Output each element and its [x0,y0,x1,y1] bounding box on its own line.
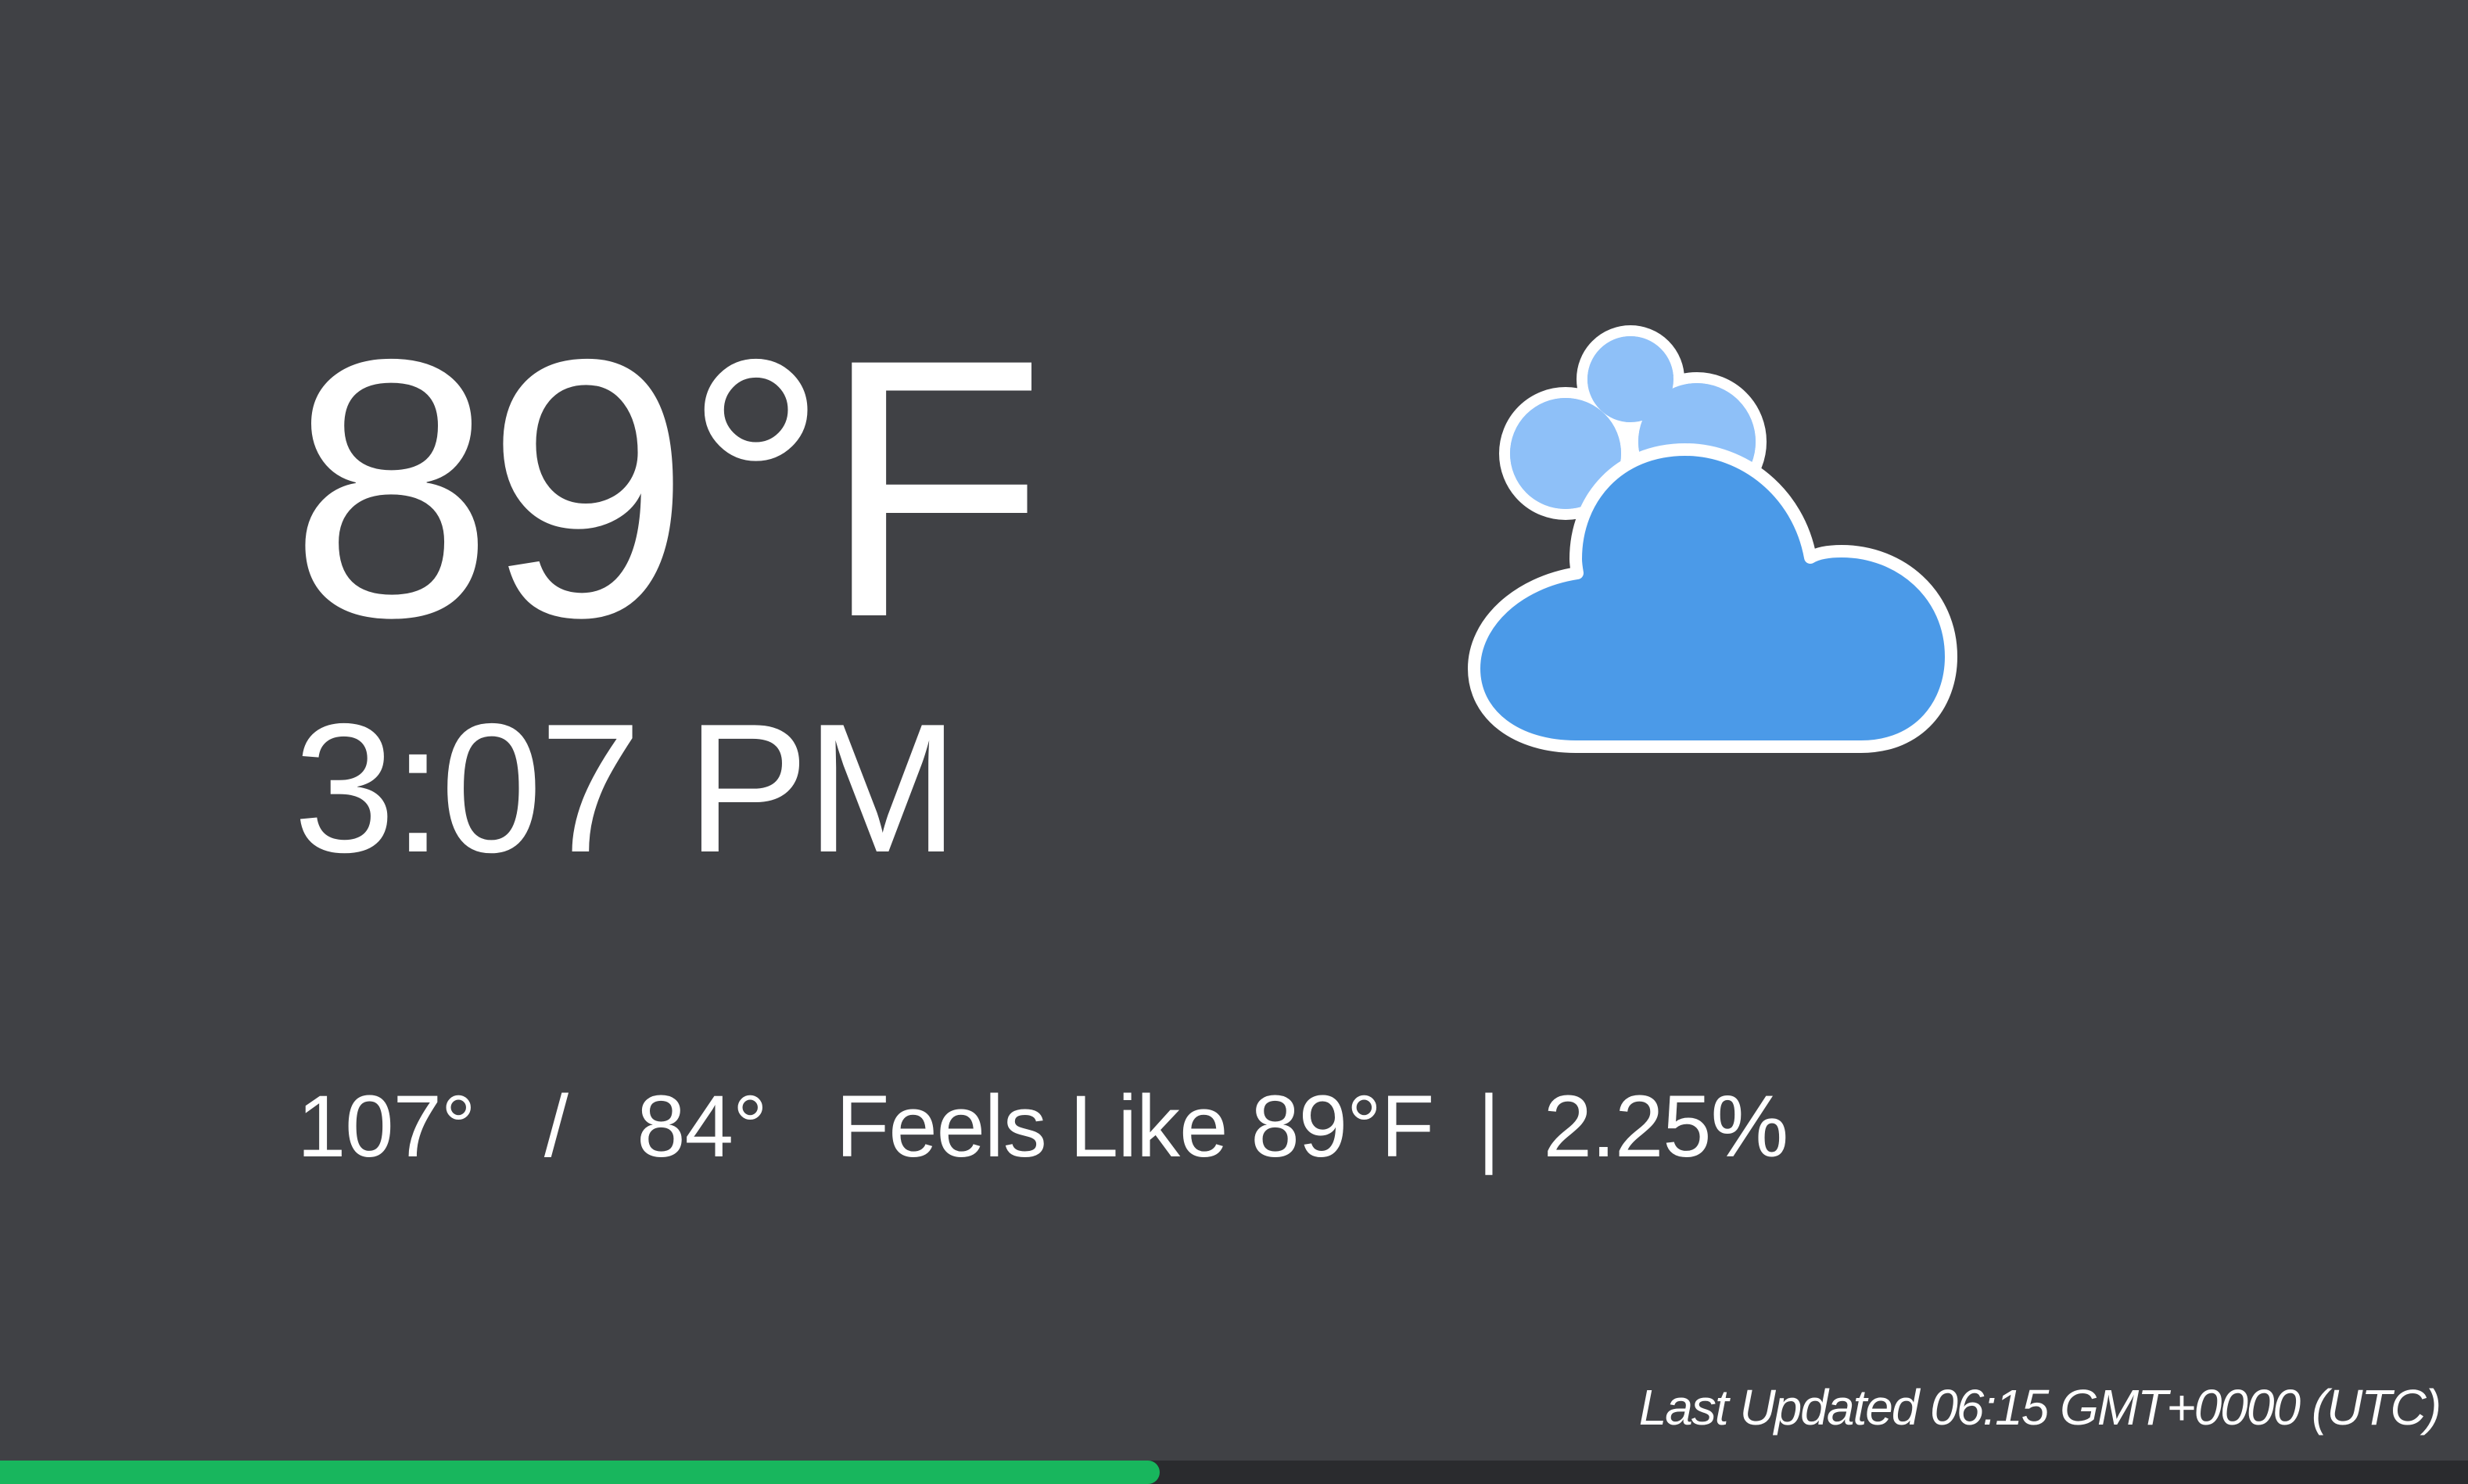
feels-like-temperature: Feels Like 89°F [835,1077,1434,1175]
details-divider: | [1477,1077,1500,1175]
high-temperature: 107° [297,1077,476,1175]
weather-screen: 89°F 3:07 PM 107° / 84° Feels Like 89°F … [0,0,2468,1484]
cloudy-icon [1468,325,1957,753]
last-updated-label: Last Updated 06:15 GMT+0000 (UTC) [1638,1379,2441,1436]
temperature-separator: / [543,1077,569,1175]
current-time: 3:07 PM [293,685,959,891]
low-temperature: 84° [637,1077,767,1175]
forecast-details: 107° / 84° Feels Like 89°F | 2.25% [297,1083,1788,1170]
refresh-progress-fill [0,1461,1160,1484]
current-temperature: 89°F [289,283,1046,694]
precipitation-chance: 2.25% [1543,1077,1789,1175]
refresh-progress-track [0,1461,2468,1484]
